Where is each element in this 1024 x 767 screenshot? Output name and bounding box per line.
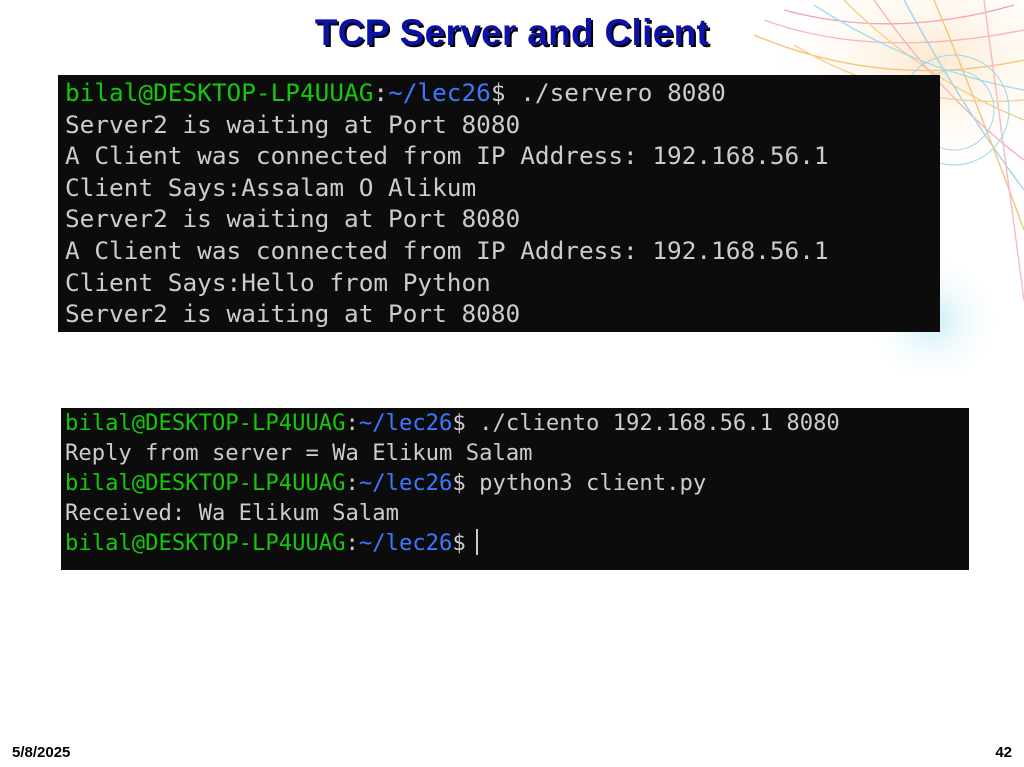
server-terminal[interactable]: bilal@DESKTOP-LP4UUAG:~/lec26$ ./servero… [58,75,940,332]
client-active-prompt-line[interactable]: bilal@DESKTOP-LP4UUAG:~/lec26$ [65,528,969,558]
prompt-separator: : [345,470,359,496]
prompt-symbol: $ [490,78,506,107]
client-command-line-1: bilal@DESKTOP-LP4UUAG:~/lec26$ ./cliento… [65,408,969,438]
prompt-symbol: $ [452,530,466,556]
prompt-path: ~/lec26 [358,470,453,496]
prompt-symbol: $ [452,470,466,496]
server-command: ./servero 8080 [505,78,726,107]
server-output-line: Client Says:Hello from Python [65,267,491,297]
prompt-symbol: $ [452,410,466,436]
server-output-line: A Client was connected from IP Address: … [65,141,829,171]
prompt-path: ~/lec26 [388,78,491,107]
client-output-line-2: Received: Wa Elikum Salam [65,500,399,526]
prompt-path: ~/lec26 [358,410,453,436]
server-command-line: bilal@DESKTOP-LP4UUAG:~/lec26$ ./servero… [65,77,940,109]
prompt-path: ~/lec26 [358,530,453,556]
text-cursor [475,529,478,555]
server-output-line: Client Says:Assalam O Alikum [65,172,477,202]
server-output-line: Server2 is waiting at Port 8080 [65,299,521,329]
server-output-line: Server2 is waiting at Port 8080 [65,109,521,139]
client-command-1: ./cliento 192.168.56.1 8080 [465,410,840,436]
prompt-separator: : [373,78,389,107]
prompt-separator: : [345,410,359,436]
client-command-2: python3 client.py [465,470,707,496]
slide-date: 5/8/2025 [12,744,71,761]
client-output-line-1: Reply from server = Wa Elikum Salam [65,440,533,466]
prompt-user-host: bilal@DESKTOP-LP4UUAG [65,470,346,496]
prompt-user-host: bilal@DESKTOP-LP4UUAG [65,410,346,436]
prompt-user-host: bilal@DESKTOP-LP4UUAG [65,78,374,107]
prompt-user-host: bilal@DESKTOP-LP4UUAG [65,530,346,556]
slide-title: TCP Server and Client [314,12,710,53]
prompt-separator: : [345,530,359,556]
client-terminal[interactable]: bilal@DESKTOP-LP4UUAG:~/lec26$ ./cliento… [61,408,969,570]
slide-page-number: 42 [995,744,1012,761]
client-command-line-2: bilal@DESKTOP-LP4UUAG:~/lec26$ python3 c… [65,468,969,498]
server-output-line: A Client was connected from IP Address: … [65,235,829,265]
server-output-line: Server2 is waiting at Port 8080 [65,204,521,234]
